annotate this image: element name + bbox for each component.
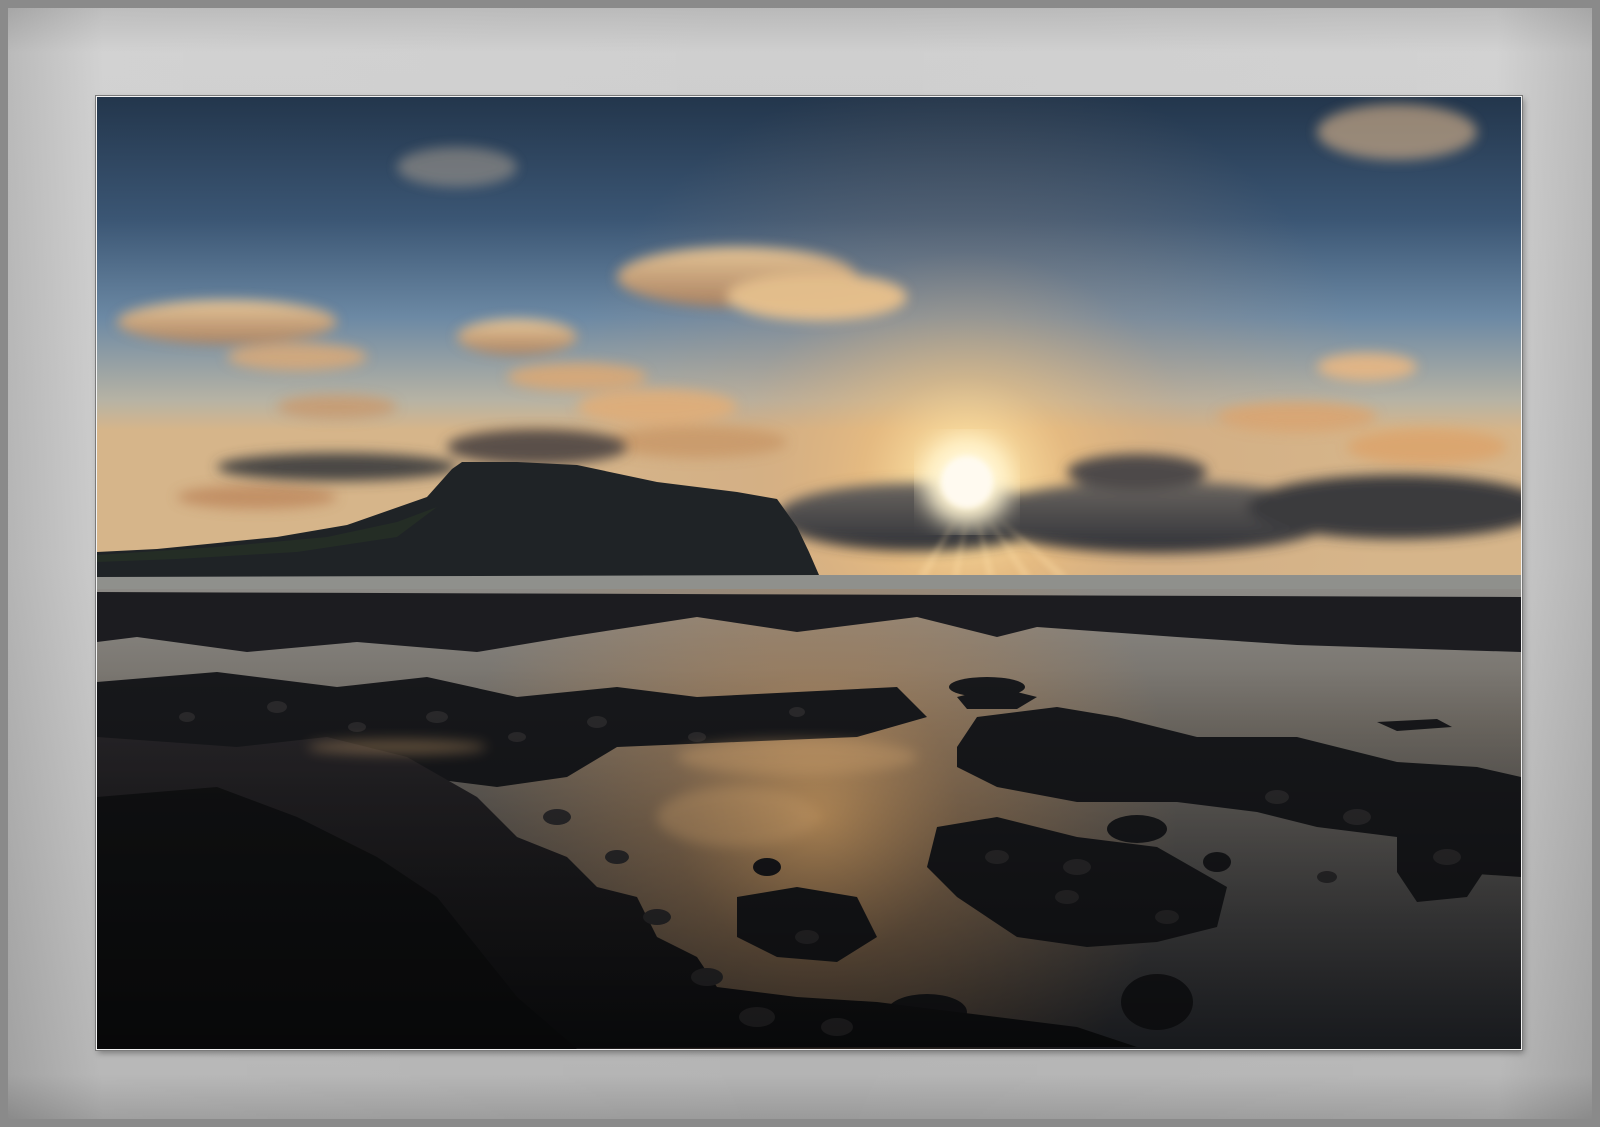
landscape-photo [96, 96, 1522, 1050]
picture-frame [0, 0, 1600, 1127]
sunset-coast-scene [97, 97, 1521, 1049]
